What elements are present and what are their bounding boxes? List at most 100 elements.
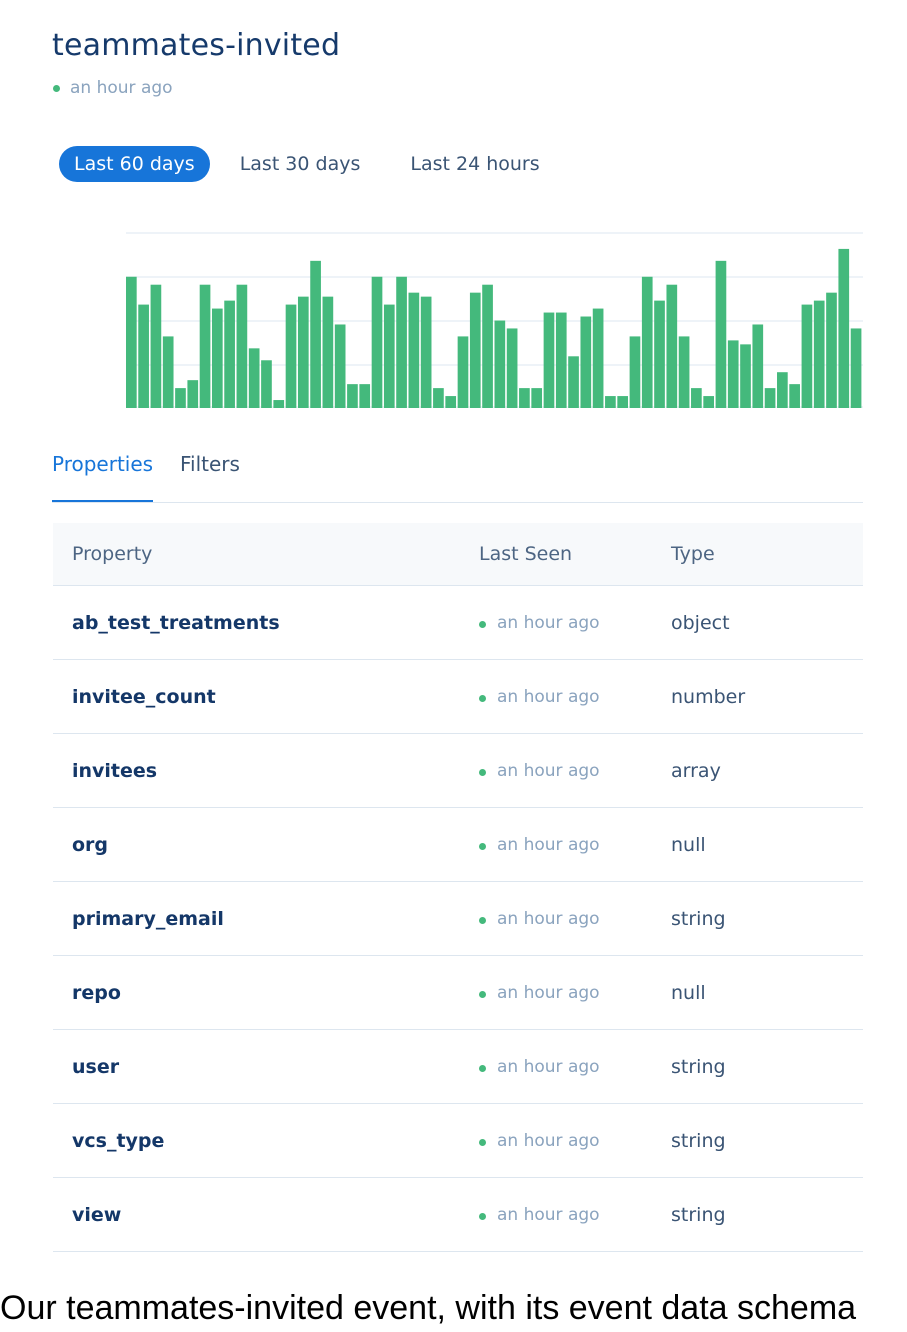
range-last-60-days[interactable]: Last 60 days — [59, 146, 210, 182]
chart-bar[interactable] — [740, 344, 751, 408]
chart-bar[interactable] — [396, 276, 407, 408]
chart-bar[interactable] — [568, 356, 579, 408]
chart-bar[interactable] — [273, 400, 285, 408]
property-name[interactable]: org — [72, 834, 108, 856]
chart-bar[interactable] — [801, 304, 813, 408]
status-dot-icon — [479, 991, 486, 998]
chart-bar[interactable] — [777, 372, 788, 408]
chart-bar[interactable] — [629, 336, 641, 408]
chart-bar[interactable] — [678, 336, 690, 408]
chart-bar[interactable] — [555, 312, 567, 408]
chart-bar[interactable] — [420, 296, 432, 408]
chart-bar[interactable] — [715, 260, 727, 408]
table-row[interactable]: repo an hour ago null — [53, 956, 863, 1030]
chart-bar[interactable] — [334, 324, 346, 408]
range-last-24-hours[interactable]: Last 24 hours — [395, 146, 554, 182]
chart-bar[interactable] — [310, 260, 321, 408]
property-name[interactable]: view — [72, 1204, 121, 1226]
chart-bar[interactable] — [789, 384, 800, 408]
last-seen-text: an hour ago — [497, 612, 600, 633]
chart-bar[interactable] — [482, 284, 493, 408]
property-name[interactable]: ab_test_treatments — [72, 612, 280, 634]
chart-bar[interactable] — [359, 384, 371, 408]
property-last-seen: an hour ago — [479, 687, 671, 707]
table-row[interactable]: invitee_count an hour ago number — [53, 660, 863, 734]
chart-bar[interactable] — [605, 396, 616, 408]
chart-bar[interactable] — [506, 328, 518, 408]
tab-filters[interactable]: Filters — [180, 452, 240, 476]
chart-bar[interactable] — [764, 388, 776, 408]
last-seen-text: an hour ago — [497, 1204, 600, 1225]
chart-bar[interactable] — [224, 300, 235, 408]
chart-bar[interactable] — [175, 388, 186, 408]
table-header: Property Last Seen Type — [53, 523, 863, 586]
property-name[interactable]: user — [72, 1056, 119, 1078]
property-type: null — [671, 833, 706, 856]
table-row[interactable]: user an hour ago string — [53, 1030, 863, 1104]
table-row[interactable]: vcs_type an hour ago string — [53, 1104, 863, 1178]
property-type: string — [671, 1129, 726, 1152]
chart-bar[interactable] — [543, 312, 555, 408]
table-row[interactable]: ab_test_treatments an hour ago object — [53, 586, 863, 660]
chart-bar[interactable] — [691, 388, 702, 408]
table-row[interactable]: invitees an hour ago array — [53, 734, 863, 808]
chart-bar[interactable] — [531, 388, 543, 408]
chart-bar[interactable] — [248, 348, 260, 408]
last-seen-text: an hour ago — [497, 982, 600, 1003]
chart-bar[interactable] — [641, 276, 653, 408]
chart-bar[interactable] — [469, 292, 481, 408]
property-name[interactable]: invitee_count — [72, 686, 216, 708]
table-row[interactable]: org an hour ago null — [53, 808, 863, 882]
chart-bar[interactable] — [138, 304, 149, 408]
chart-bar[interactable] — [752, 324, 764, 408]
chart-bar[interactable] — [150, 284, 162, 408]
table-row[interactable]: view an hour ago string — [53, 1178, 863, 1252]
status-dot-icon — [479, 1139, 486, 1146]
chart-bar[interactable] — [261, 360, 272, 408]
chart-bar[interactable] — [162, 336, 174, 408]
chart-bar[interactable] — [236, 284, 248, 408]
event-volume-chart — [126, 232, 863, 409]
chart-bar[interactable] — [445, 396, 457, 408]
tab-properties[interactable]: Properties — [52, 452, 154, 502]
property-last-seen: an hour ago — [479, 983, 671, 1003]
property-name[interactable]: repo — [72, 982, 121, 1004]
property-name[interactable]: invitees — [72, 760, 157, 782]
property-name[interactable]: primary_email — [72, 908, 224, 930]
chart-bar[interactable] — [703, 396, 714, 408]
last-seen-text: an hour ago — [497, 834, 600, 855]
chart-bar[interactable] — [826, 292, 837, 408]
chart-bar[interactable] — [850, 328, 862, 408]
chart-bar[interactable] — [519, 388, 530, 408]
chart-bar[interactable] — [433, 388, 444, 408]
chart-bar[interactable] — [126, 276, 137, 408]
chart-bar[interactable] — [813, 300, 825, 408]
chart-bar[interactable] — [297, 296, 309, 408]
table-row[interactable]: primary_email an hour ago string — [53, 882, 863, 956]
chart-bar[interactable] — [285, 304, 297, 408]
chart-bar[interactable] — [383, 304, 395, 408]
chart-bar[interactable] — [211, 308, 223, 408]
chart-bar[interactable] — [494, 320, 506, 409]
property-last-seen: an hour ago — [479, 761, 671, 781]
range-last-30-days[interactable]: Last 30 days — [225, 146, 376, 182]
property-type: array — [671, 759, 721, 782]
chart-bar[interactable] — [322, 296, 334, 408]
chart-bar[interactable] — [199, 284, 211, 408]
chart-bar[interactable] — [347, 384, 358, 408]
property-name[interactable]: vcs_type — [72, 1130, 164, 1152]
chart-bar[interactable] — [727, 340, 739, 408]
chart-bar[interactable] — [838, 248, 850, 408]
chart-bar[interactable] — [580, 316, 592, 408]
property-type: number — [671, 685, 746, 708]
last-seen-text: an hour ago — [497, 760, 600, 781]
chart-bar[interactable] — [457, 336, 469, 408]
chart-bar[interactable] — [666, 284, 678, 408]
chart-bar[interactable] — [187, 380, 199, 408]
chart-bar[interactable] — [654, 300, 665, 408]
chart-bar[interactable] — [617, 396, 629, 408]
chart-bar[interactable] — [371, 276, 383, 408]
chart-bar[interactable] — [592, 308, 604, 408]
property-type: string — [671, 1055, 726, 1078]
chart-bar[interactable] — [408, 292, 420, 408]
